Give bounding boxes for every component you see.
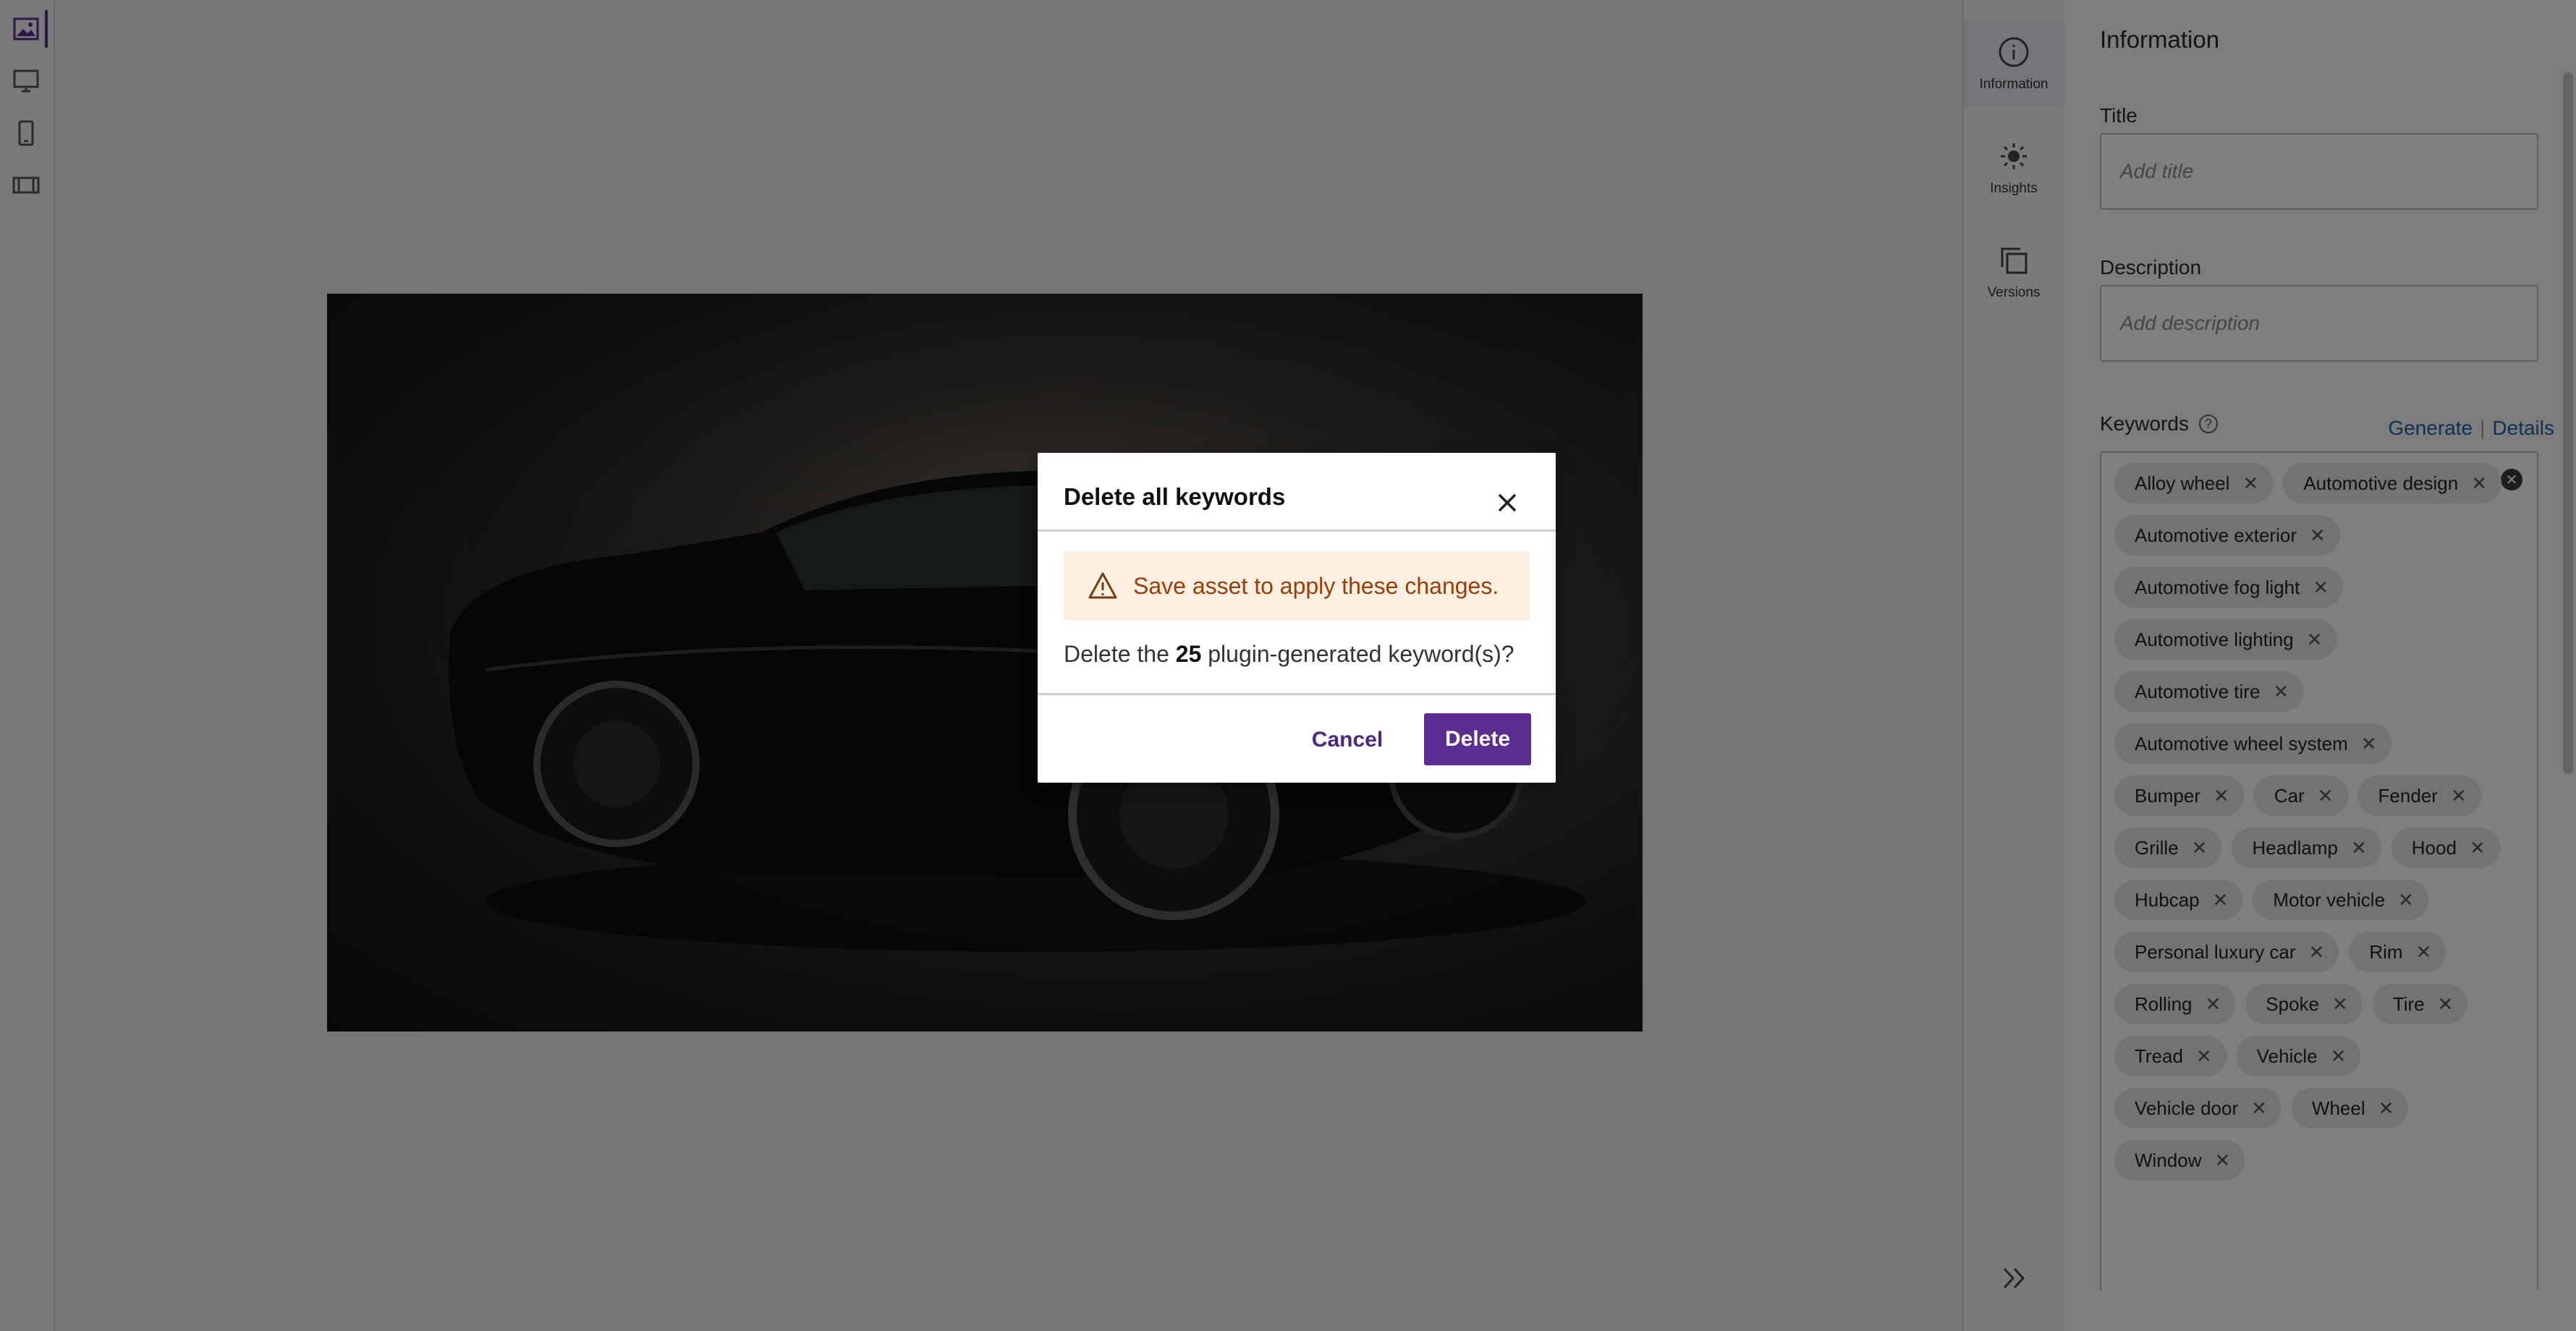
keyword-count: 25 (1175, 641, 1202, 667)
warning-alert: Save asset to apply these changes. (1064, 551, 1530, 621)
message-prefix: Delete the (1064, 641, 1176, 667)
dialog-message: Delete the 25 plugin-generated keyword(s… (1064, 641, 1514, 668)
cancel-button[interactable]: Cancel (1298, 715, 1397, 765)
dialog-divider-bottom (1038, 693, 1556, 695)
warning-icon (1088, 572, 1117, 599)
warning-text: Save asset to apply these changes. (1133, 572, 1499, 599)
delete-button[interactable]: Delete (1424, 713, 1531, 765)
dialog-title: Delete all keywords (1064, 483, 1286, 510)
dialog-divider-top (1038, 530, 1556, 532)
message-suffix: plugin-generated keyword(s)? (1201, 641, 1514, 667)
delete-keywords-dialog: Delete all keywords Save asset to apply … (1038, 453, 1556, 783)
close-icon[interactable] (1495, 490, 1520, 515)
